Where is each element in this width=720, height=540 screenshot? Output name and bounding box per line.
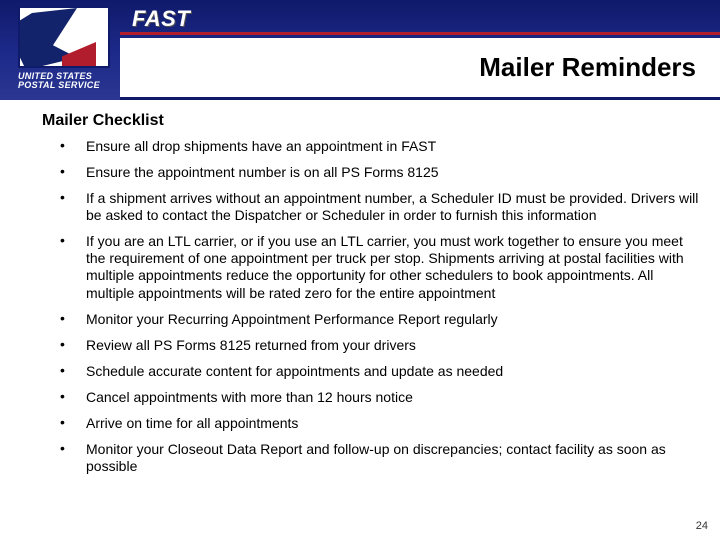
divider-red [120,32,720,35]
list-item: Monitor your Recurring Appointment Perfo… [42,311,700,328]
slide-body: Mailer Checklist Ensure all drop shipmen… [0,100,720,475]
list-item: If you are an LTL carrier, or if you use… [42,233,700,301]
list-item: Cancel appointments with more than 12 ho… [42,389,700,406]
slide-title: Mailer Reminders [479,52,696,83]
list-item: Ensure all drop shipments have an appoin… [42,138,700,155]
list-item: Monitor your Closeout Data Report and fo… [42,441,700,475]
subtitle-bar: Mailer Reminders [120,38,720,100]
page-number: 24 [696,520,708,532]
slide-header: UNITED STATES POSTAL SERVICE FAST Mailer… [0,0,720,100]
list-item: If a shipment arrives without an appoint… [42,190,700,224]
org-line-2: POSTAL SERVICE [18,81,110,90]
checklist: Ensure all drop shipments have an appoin… [42,138,700,475]
section-heading: Mailer Checklist [42,112,700,130]
usps-logo: UNITED STATES POSTAL SERVICE [18,6,110,91]
app-title: FAST [132,6,190,32]
list-item: Ensure the appointment number is on all … [42,164,700,181]
slide: UNITED STATES POSTAL SERVICE FAST Mailer… [0,0,720,540]
usps-eagle-icon [18,6,110,68]
list-item: Schedule accurate content for appointmen… [42,363,700,380]
list-item: Arrive on time for all appointments [42,415,700,432]
list-item: Review all PS Forms 8125 returned from y… [42,337,700,354]
